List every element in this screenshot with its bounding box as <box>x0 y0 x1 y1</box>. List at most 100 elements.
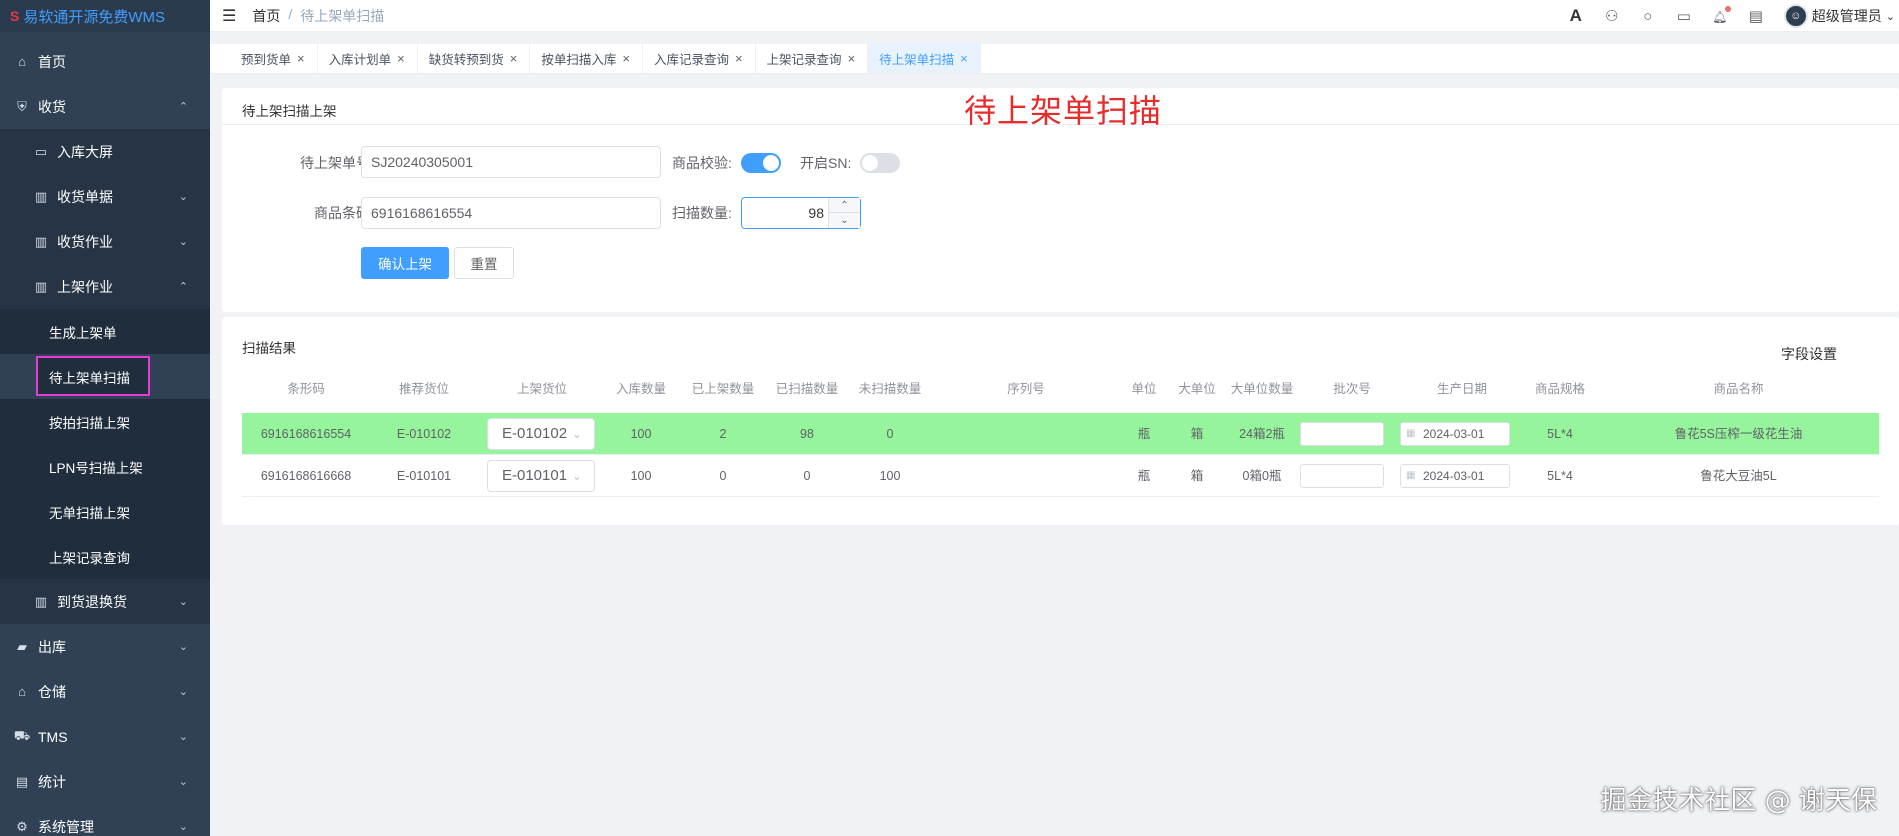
column-header: 上架货位 <box>516 382 567 396</box>
sidebar-item-putaway-ops[interactable]: ▥ 上架作业 ⌃ <box>0 264 210 309</box>
calendar-icon: ▦ <box>1406 470 1416 481</box>
sidebar-item-home[interactable]: ⌂ 首页 <box>0 39 210 84</box>
decrement-button[interactable]: ⌄ <box>829 213 860 228</box>
production-date-input[interactable]: ▦ 2024-03-01 <box>1400 422 1510 446</box>
sidebar-item-no-order-scan[interactable]: 无单扫描上架 <box>0 489 210 534</box>
sidebar-item-label: 生成上架单 <box>49 325 117 341</box>
select-value: E-010102 <box>502 425 568 442</box>
sidebar-item-tms[interactable]: ⛟ TMS ⌄ <box>0 714 210 759</box>
close-icon[interactable]: × <box>510 51 518 66</box>
sidebar-item-label: 到货退换货 <box>57 593 127 610</box>
sidebar-item-label: 上架记录查询 <box>49 550 130 566</box>
cell-big-unit-qty: 0箱0瓶 <box>1242 469 1282 483</box>
tab-putaway-records[interactable]: 上架记录查询 × <box>756 43 869 73</box>
cell-rec-location: E-010101 <box>396 469 452 483</box>
close-icon[interactable]: × <box>397 51 405 66</box>
column-header: 已上架数量 <box>691 382 755 396</box>
column-header: 已扫描数量 <box>775 382 839 396</box>
select-value: E-010101 <box>502 467 568 484</box>
screen-icon[interactable]: ▭ <box>1676 7 1692 25</box>
sidebar-item-receipt-ops[interactable]: ▥ 收货作业 ⌄ <box>0 219 210 264</box>
truck-icon: ⛟ <box>13 727 31 743</box>
watermark: 掘金技术社区 @ 谢天保 <box>1600 786 1877 816</box>
production-date-input[interactable]: ▦ 2024-03-01 <box>1400 464 1510 488</box>
sidebar-item-warehouse[interactable]: ⌂ 仓储 ⌄ <box>0 669 210 714</box>
sidebar-item-putaway-records[interactable]: 上架记录查询 <box>0 534 210 579</box>
sidebar-item-returns[interactable]: ▥ 到货退换货 ⌄ <box>0 579 210 624</box>
outbound-icon: ▰ <box>17 638 27 654</box>
cell-goods-name: 鲁花大豆油5L <box>1700 469 1777 483</box>
reset-button[interactable]: 重置 <box>454 247 514 279</box>
user-icon[interactable]: ⚇ <box>1604 7 1620 25</box>
cell-serial <box>936 413 1116 455</box>
scan-qty-stepper[interactable]: 98 ⌃ ⌄ <box>741 197 861 229</box>
cell-big-unit: 箱 <box>1190 427 1204 441</box>
search-icon[interactable]: ○ <box>1640 8 1656 25</box>
chevron-down-icon: ⌄ <box>178 821 188 833</box>
batch-input[interactable] <box>1300 464 1384 488</box>
column-header: 未扫描数量 <box>858 382 922 396</box>
breadcrumb-home[interactable]: 首页 <box>252 6 280 26</box>
settings-icon: ⚙ <box>16 818 28 834</box>
shelf-location-select[interactable]: E-010101 ⌄ <box>487 460 595 492</box>
tab-inbound-plan[interactable]: 入库计划单 × <box>318 43 418 73</box>
field-settings-button[interactable]: 字段设置 <box>1781 344 1837 364</box>
return-icon: ▥ <box>34 593 48 609</box>
tab-pending-putaway-scan[interactable]: 待上架单扫描 × <box>868 43 981 73</box>
hamburger-icon[interactable]: ☰ <box>222 6 236 26</box>
user-menu[interactable]: ☺ 超级管理员 ⌄ <box>1783 4 1895 28</box>
confirm-putaway-button[interactable]: 确认上架 <box>361 247 449 279</box>
order-no-input[interactable]: SJ20240305001 <box>361 146 661 178</box>
sidebar-item-pallet-scan[interactable]: 按拍扫描上架 <box>0 399 210 444</box>
close-icon[interactable]: × <box>960 51 968 66</box>
goods-check-toggle[interactable] <box>741 153 781 173</box>
scan-form-card: 待上架扫描上架 待上架单扫描 待上架单号 SJ20240305001 商品校验:… <box>222 88 1899 312</box>
close-icon[interactable]: × <box>297 51 305 66</box>
table-row[interactable]: 6916168616668 E-010101 E-010101 ⌄ 100 0 … <box>242 455 1879 497</box>
sidebar-item-inbound-screen[interactable]: ▭ 入库大屏 <box>0 129 210 174</box>
tab-pre-arrival[interactable]: 预到货单 × <box>230 43 318 73</box>
sidebar-item-label: 系统管理 <box>38 818 94 835</box>
breadcrumb-separator: / <box>288 5 293 22</box>
cell-unscanned-qty: 0 <box>886 427 894 441</box>
app-logo[interactable]: S 易软通开源免费WMS <box>0 0 210 32</box>
tab-inbound-records[interactable]: 入库记录查询 × <box>643 43 756 73</box>
cell-in-qty: 100 <box>630 469 652 483</box>
batch-input[interactable] <box>1300 422 1384 446</box>
sidebar-item-receipt-docs[interactable]: ▥ 收货单据 ⌄ <box>0 174 210 219</box>
sidebar-item-lpn-scan[interactable]: LPN号扫描上架 <box>0 444 210 489</box>
column-header: 批次号 <box>1333 382 1371 396</box>
shelf-location-select[interactable]: E-010102 ⌄ <box>487 418 595 450</box>
close-icon[interactable]: × <box>848 51 856 66</box>
increment-button[interactable]: ⌃ <box>829 198 860 213</box>
tags-view: 预到货单 × 入库计划单 × 缺货转预到货 × 按单扫描入库 × 入库记录查询 … <box>210 43 1899 74</box>
tab-order-scan-inbound[interactable]: 按单扫描入库 × <box>530 43 643 73</box>
close-icon[interactable]: × <box>735 51 743 66</box>
sn-label: 开启SN: <box>800 155 852 171</box>
chevron-down-icon: ⌄ <box>1885 10 1895 23</box>
sidebar-item-outbound[interactable]: ▰ 出库 ⌄ <box>0 624 210 669</box>
document-icon[interactable]: ▤ <box>1748 7 1764 25</box>
home-icon: ⌂ <box>18 54 26 69</box>
cell-shelved-qty: 0 <box>719 469 727 483</box>
sidebar-item-stats[interactable]: ▤ 统计 ⌄ <box>0 759 210 804</box>
table-row[interactable]: 6916168616554 E-010102 E-010102 ⌄ 100 2 … <box>242 413 1879 455</box>
sidebar-item-label: 出库 <box>38 638 66 655</box>
sidebar-item-pending-putaway-scan[interactable]: 待上架单扫描 <box>0 354 210 399</box>
breadcrumb-current: 待上架单扫描 <box>300 7 385 24</box>
calendar-icon: ▦ <box>1406 428 1416 439</box>
sidebar: S 易软通开源免费WMS ⌂ 首页 ⛨ 收货 ⌃ ▭ 入库大屏 ▥ 收货单据 ⌄… <box>0 0 210 836</box>
barcode-input[interactable]: 6916168616554 <box>361 197 661 229</box>
sidebar-item-receive[interactable]: ⛨ 收货 ⌃ <box>0 84 210 129</box>
stepper-buttons: ⌃ ⌄ <box>828 198 860 228</box>
sn-toggle[interactable] <box>860 153 900 173</box>
sidebar-item-create-putaway[interactable]: 生成上架单 <box>0 309 210 354</box>
tab-label: 缺货转预到货 <box>428 52 504 67</box>
close-icon[interactable]: × <box>622 51 630 66</box>
sidebar-item-system[interactable]: ⚙ 系统管理 ⌄ <box>0 804 210 836</box>
breadcrumb: 首页 / 待上架单扫描 <box>252 6 384 26</box>
bell-icon[interactable]: 🔔︎ <box>1712 5 1731 25</box>
page-title: 待上架单扫描 <box>964 92 1163 130</box>
tab-shortage-to-arrival[interactable]: 缺货转预到货 × <box>418 43 531 73</box>
font-size-icon[interactable]: A <box>1568 6 1584 26</box>
